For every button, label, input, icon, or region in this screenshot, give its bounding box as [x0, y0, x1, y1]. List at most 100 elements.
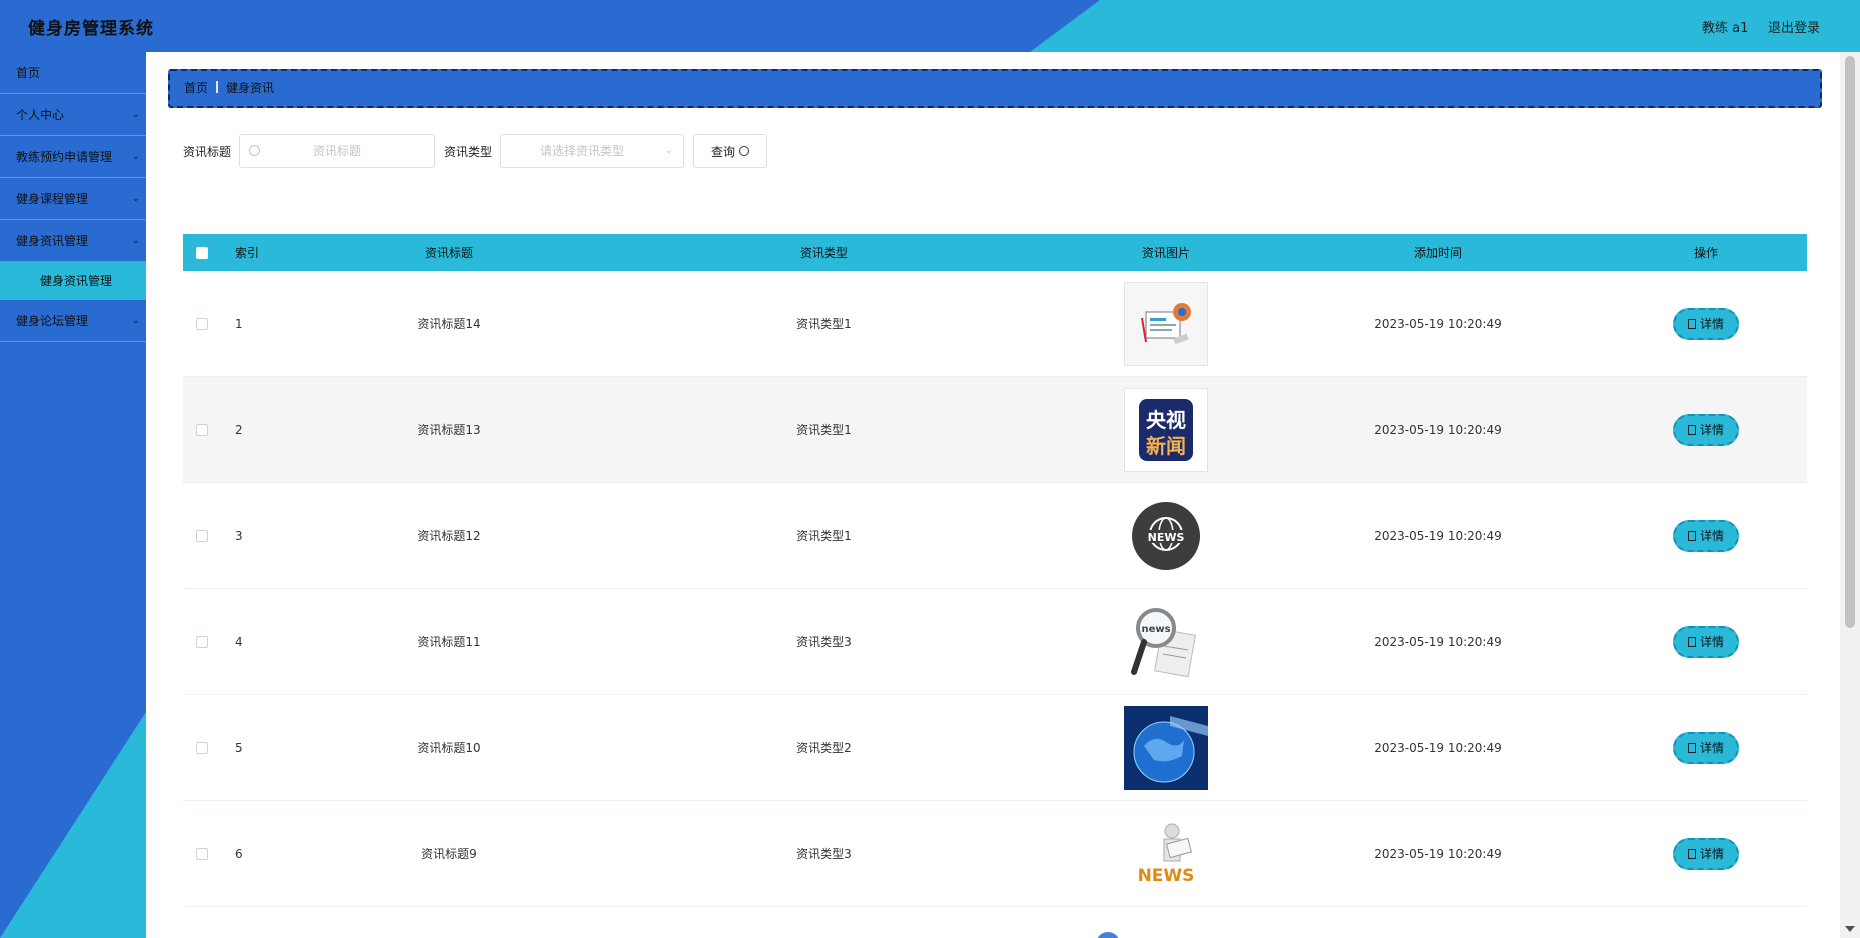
row-checkbox[interactable]	[196, 635, 208, 648]
sidebar-item-profile[interactable]: 个人中心 ⌄	[0, 94, 146, 136]
chevron-down-icon: ⌄	[131, 315, 140, 326]
table-row: 1 资讯标题14 资讯类型1 2023-05-19 10:20:49 详情	[183, 271, 1807, 377]
row-time: 2023-05-19 10:20:49	[1374, 846, 1502, 861]
row-type: 资讯类型1	[796, 529, 852, 543]
detail-button-label: 详情	[1699, 423, 1724, 437]
detail-button[interactable]: 详情	[1673, 731, 1739, 764]
row-index: 1	[235, 316, 243, 331]
blue-globe-image	[1124, 705, 1208, 790]
row-type: 资讯类型1	[796, 423, 852, 437]
detail-button[interactable]: 详情	[1673, 625, 1739, 658]
detail-button-label: 详情	[1699, 635, 1724, 649]
sidebar-item-label: 健身论坛管理	[16, 314, 89, 328]
table-row: 3 资讯标题12 资讯类型1 NEWS 2023-05-19 10:20:49 …	[183, 483, 1807, 589]
row-index: 3	[235, 528, 243, 543]
row-title: 资讯标题10	[417, 741, 481, 755]
row-index: 6	[235, 846, 243, 861]
detail-button[interactable]: 详情	[1673, 307, 1739, 340]
row-checkbox[interactable]	[196, 529, 208, 542]
row-title: 资讯标题13	[417, 423, 481, 437]
row-type: 资讯类型1	[796, 317, 852, 331]
news-clipart-image	[1124, 281, 1208, 366]
breadcrumb-current: 健身资讯	[226, 81, 275, 95]
sidebar-item-coach-booking[interactable]: 教练预约申请管理 ⌄	[0, 136, 146, 178]
news-table: 索引 资讯标题 资讯类型 资讯图片 添加时间 操作 1 资讯标题14 资讯类型1…	[183, 234, 1807, 907]
query-button-label: 查询	[711, 144, 736, 159]
sidebar-item-label: 健身课程管理	[16, 192, 89, 206]
header-title: 资讯标题	[424, 246, 473, 260]
news-globe-badge-image: NEWS	[1124, 494, 1208, 578]
svg-text:NEWS: NEWS	[1138, 866, 1195, 886]
row-time: 2023-05-19 10:20:49	[1374, 634, 1502, 649]
type-select[interactable]: 请选择资讯类型 ⌄	[500, 134, 685, 168]
row-time: 2023-05-19 10:20:49	[1374, 528, 1502, 543]
sidebar-item-label: 健身资讯管理	[16, 234, 89, 248]
main-content: 首页 健身资讯 资讯标题 资讯类型 请选择资讯类型 ⌄ 查询 索引 资讯标题 资讯…	[146, 52, 1840, 938]
title-search-input[interactable]	[240, 135, 435, 167]
type-filter-label: 资讯类型	[444, 144, 493, 159]
row-checkbox[interactable]	[196, 847, 208, 860]
scrollbar-thumb[interactable]	[1845, 56, 1855, 628]
row-checkbox[interactable]	[196, 423, 208, 436]
row-title: 资讯标题9	[421, 847, 477, 861]
cctv-news-logo-image: 央视 新闻	[1124, 387, 1208, 472]
top-header: 健身房管理系统 教练 a1 退出登录	[0, 0, 1860, 52]
scroll-down-arrow-icon[interactable]	[1845, 926, 1855, 932]
sidebar-item-label: 个人中心	[16, 108, 65, 122]
row-title: 资讯标题14	[417, 317, 481, 331]
sidebar-item-label: 首页	[16, 66, 41, 80]
header-image: 资讯图片	[1141, 246, 1190, 260]
table-row: 2 资讯标题13 资讯类型1 央视 新闻 2023-05-19 10:20:49 …	[183, 377, 1807, 483]
detail-button-label: 详情	[1699, 741, 1724, 755]
document-icon	[1687, 848, 1696, 859]
row-index: 5	[235, 740, 243, 755]
select-all-checkbox[interactable]	[196, 246, 208, 259]
row-title: 资讯标题12	[417, 529, 481, 543]
chevron-down-icon: ⌄	[131, 193, 140, 204]
detail-button[interactable]: 详情	[1673, 413, 1739, 446]
row-type: 资讯类型3	[796, 847, 852, 861]
document-icon	[1687, 742, 1696, 753]
sidebar-item-courses[interactable]: 健身课程管理 ⌄	[0, 178, 146, 220]
row-index: 2	[235, 422, 243, 437]
chevron-down-icon: ⌄	[131, 235, 140, 246]
row-index: 4	[235, 634, 243, 649]
document-icon	[1687, 424, 1696, 435]
logo-text: 央视	[1146, 408, 1186, 432]
sidebar-subitem-news-manage[interactable]: 健身资讯管理	[0, 262, 146, 300]
magnifier-newspaper-image: news	[1124, 599, 1208, 684]
user-label: 教练 a1	[1702, 21, 1749, 36]
chevron-down-icon: ⌄	[131, 151, 140, 162]
type-select-placeholder: 请选择资讯类型	[540, 144, 625, 158]
header-type: 资讯类型	[799, 246, 848, 260]
breadcrumb-home[interactable]: 首页	[184, 81, 208, 95]
table-row: 5 资讯标题10 资讯类型2 2023-05-19 10:20:49 详情	[183, 695, 1807, 801]
svg-text:news: news	[1141, 624, 1170, 635]
detail-button[interactable]: 详情	[1673, 519, 1739, 552]
svg-text:NEWS: NEWS	[1148, 531, 1185, 544]
header-time: 添加时间	[1413, 246, 1462, 260]
row-type: 资讯类型2	[796, 741, 852, 755]
query-button[interactable]: 查询	[693, 134, 768, 168]
sidebar-item-label: 教练预约申请管理	[16, 150, 113, 164]
document-icon	[1687, 636, 1696, 647]
title-filter-box	[239, 134, 436, 168]
svg-text:新闻: 新闻	[1146, 434, 1186, 458]
detail-button[interactable]: 详情	[1673, 837, 1739, 870]
row-checkbox[interactable]	[196, 317, 208, 330]
sidebar-item-home[interactable]: 首页	[0, 52, 146, 94]
breadcrumb-separator	[216, 81, 219, 93]
document-icon	[1687, 318, 1696, 329]
sidebar-item-forum[interactable]: 健身论坛管理 ⌄	[0, 300, 146, 342]
search-icon	[739, 146, 750, 156]
title-filter-label: 资讯标题	[183, 144, 232, 159]
vertical-scrollbar[interactable]	[1840, 52, 1860, 938]
chevron-down-icon: ⌄	[131, 109, 140, 120]
logout-link[interactable]: 退出登录	[1768, 17, 1820, 36]
detail-button-label: 详情	[1699, 317, 1724, 331]
chevron-down-icon: ⌄	[664, 145, 674, 156]
sidebar-item-news[interactable]: 健身资讯管理 ⌄	[0, 220, 146, 262]
row-checkbox[interactable]	[196, 741, 208, 754]
row-time: 2023-05-19 10:20:49	[1374, 740, 1502, 755]
detail-button-label: 详情	[1699, 529, 1724, 543]
